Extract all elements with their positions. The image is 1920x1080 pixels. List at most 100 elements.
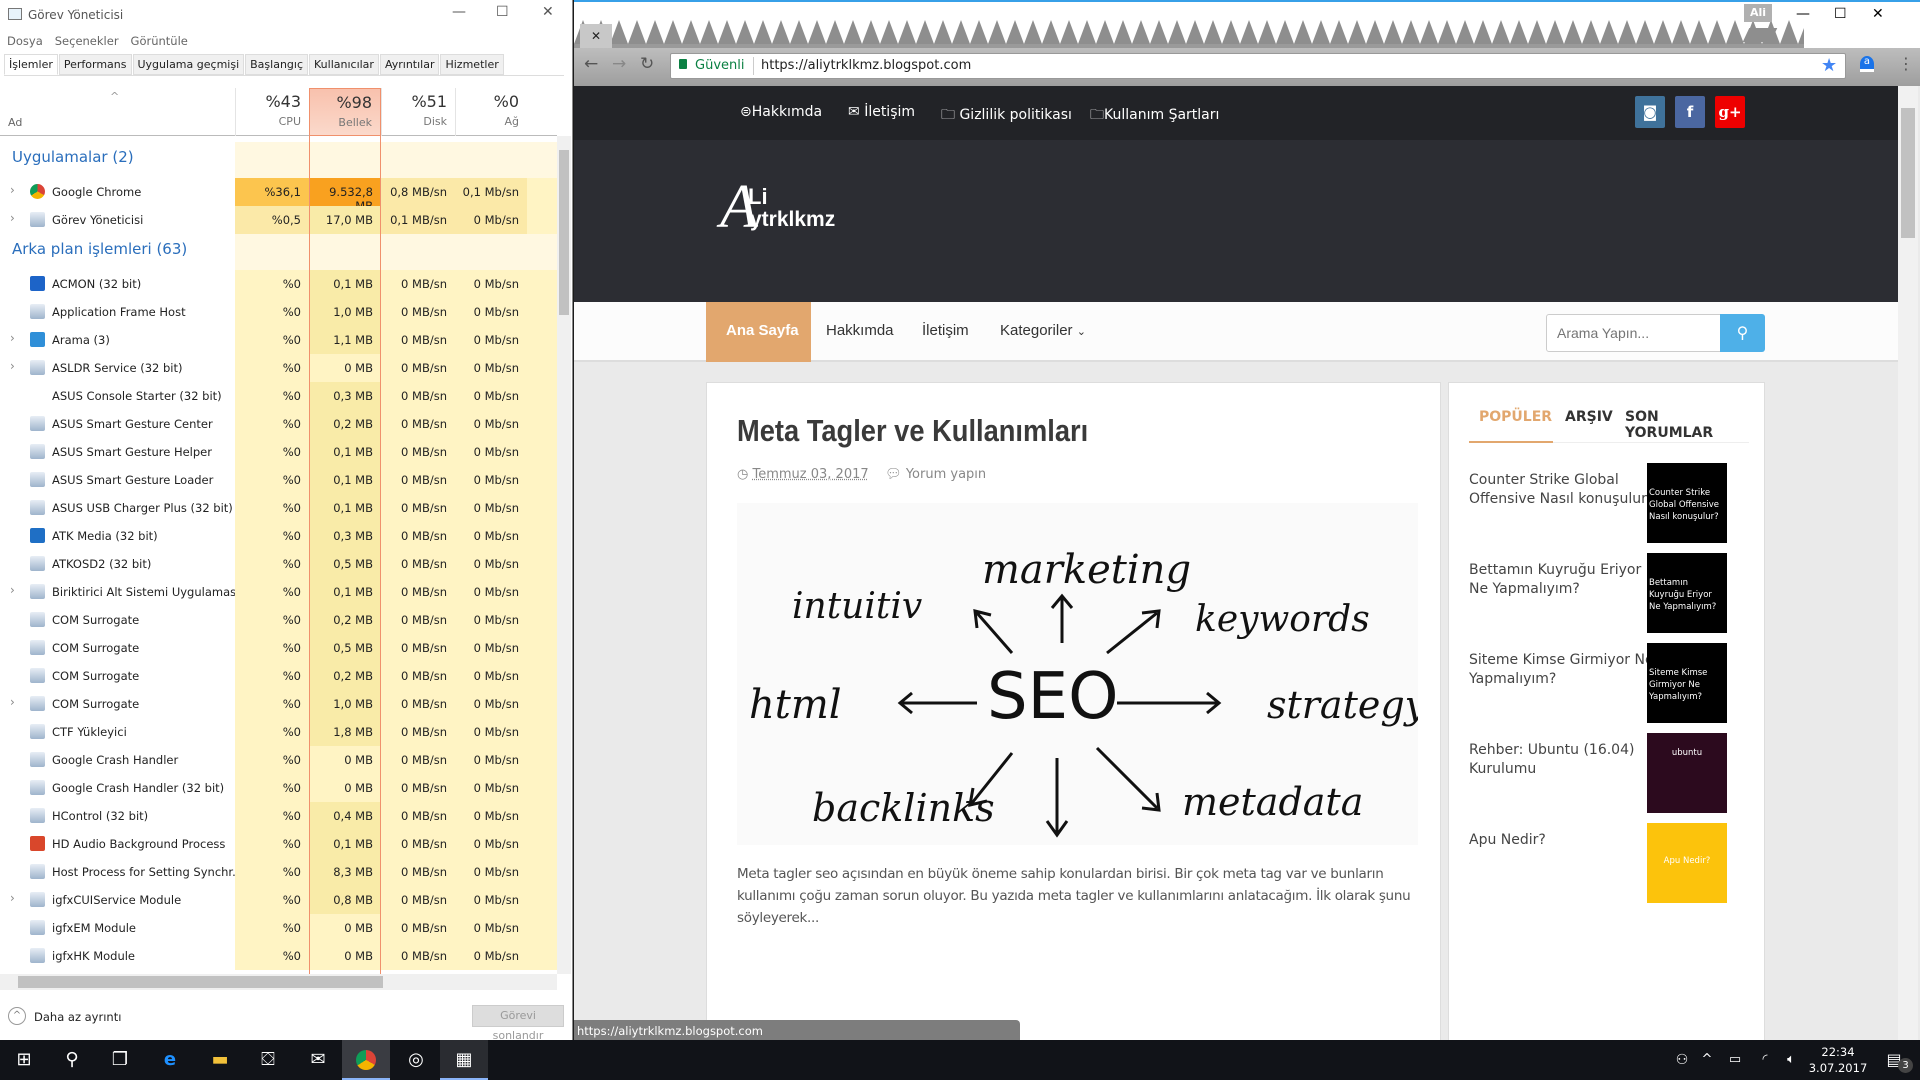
popular-post-thumbnail[interactable]: Bettamın Kuyruğu Eriyor Ne Yapmalıyım? bbox=[1647, 553, 1727, 633]
topnav-about[interactable]: ⊜Hakkımda bbox=[740, 104, 822, 120]
clock[interactable]: 22:34 3.07.2017 bbox=[1808, 1044, 1868, 1076]
process-row[interactable]: COM Surrogate %0 0,5 MB 0 MB/sn 0 Mb/sn bbox=[0, 634, 557, 662]
process-row[interactable]: › igfxCUIService Module %0 0,8 MB 0 MB/sn 0 M… bbox=[0, 886, 557, 914]
process-row[interactable]: COM Surrogate %0 0,2 MB 0 MB/sn 0 Mb/sn bbox=[0, 606, 557, 634]
expand-chevron-icon[interactable]: › bbox=[10, 331, 15, 345]
popular-post-link[interactable]: Siteme Kimse Girmiyor Ne Yapmalıyım? bbox=[1469, 651, 1659, 689]
google-plus-icon[interactable]: g+ bbox=[1715, 96, 1745, 128]
process-row[interactable]: Google Crash Handler (32 bit) %0 0 MB 0 MB/… bbox=[0, 774, 557, 802]
action-center-icon[interactable]: ▤ 3 bbox=[1870, 1040, 1918, 1080]
column-memory[interactable]: %98 Bellek bbox=[309, 88, 381, 136]
chevron-up-icon[interactable]: ^ bbox=[8, 1007, 26, 1025]
process-row[interactable]: › Arama (3) %0 1,1 MB 0 MB/sn 0 Mb/sn bbox=[0, 326, 557, 354]
close-button[interactable]: ✕ bbox=[1872, 6, 1884, 22]
tab-close-icon[interactable]: ✕ bbox=[580, 24, 612, 48]
horizontal-scroll-thumb[interactable] bbox=[18, 976, 383, 988]
process-row[interactable]: igfxEM Module %0 0 MB 0 MB/sn 0 Mb/sn bbox=[0, 914, 557, 942]
process-row[interactable]: ASUS USB Charger Plus (32 bit) %0 0,1 MB 0 … bbox=[0, 494, 557, 522]
popular-post-link[interactable]: Apu Nedir? bbox=[1469, 831, 1659, 850]
minimize-button[interactable]: — bbox=[1796, 6, 1810, 22]
task-view-button[interactable]: ❐ bbox=[96, 1040, 144, 1080]
profile-button[interactable]: Ali bbox=[1744, 4, 1772, 22]
tab-app-history[interactable]: Uygulama geçmişi bbox=[132, 54, 245, 75]
process-row[interactable]: igfxHK Module %0 0 MB 0 MB/sn 0 Mb/sn bbox=[0, 942, 557, 970]
end-task-button[interactable]: Görevi sonlandır bbox=[472, 1005, 564, 1042]
process-row[interactable]: ASUS Smart Gesture Helper %0 0,1 MB 0 MB/sn… bbox=[0, 438, 557, 466]
process-row[interactable]: › Görev Yöneticisi %0,5 17,0 MB 0,1 MB/sn 0 M… bbox=[0, 206, 557, 234]
menu-dots-icon[interactable]: ⋮ bbox=[1898, 54, 1914, 73]
process-row[interactable]: Host Process for Setting Synchr... %0 8,3 … bbox=[0, 858, 557, 886]
process-row[interactable]: CTF Yükleyici %0 1,8 MB 0 MB/sn 0 Mb/sn bbox=[0, 718, 557, 746]
vertical-scroll-thumb[interactable] bbox=[559, 150, 569, 315]
column-network[interactable]: %0 Ağ bbox=[455, 88, 527, 136]
back-button[interactable]: ← bbox=[584, 54, 598, 74]
tab-archive[interactable]: ARŞIV bbox=[1565, 409, 1613, 425]
process-row[interactable]: Application Frame Host %0 1,0 MB 0 MB/sn 0 M… bbox=[0, 298, 557, 326]
process-row[interactable]: ATK Media (32 bit) %0 0,3 MB 0 MB/sn 0 Mb/sn bbox=[0, 522, 557, 550]
expand-chevron-icon[interactable]: › bbox=[10, 695, 15, 709]
post-date[interactable]: Temmuz 03, 2017 bbox=[752, 467, 868, 482]
search-button[interactable]: ⚲ bbox=[1720, 314, 1765, 352]
post-title[interactable]: Meta Tagler ve Kullanımları bbox=[737, 413, 1088, 449]
expand-chevron-icon[interactable]: › bbox=[10, 211, 15, 225]
tab-users[interactable]: Kullanıcılar bbox=[309, 54, 379, 75]
process-row[interactable]: ASUS Smart Gesture Center %0 0,2 MB 0 MB/sn… bbox=[0, 410, 557, 438]
topnav-terms[interactable]: 🗀Kullanım Şartları bbox=[1090, 104, 1219, 128]
task-manager-taskbar-icon[interactable]: ▦ bbox=[440, 1040, 488, 1080]
process-row[interactable]: HD Audio Background Process %0 0,1 MB 0 MB/… bbox=[0, 830, 557, 858]
expand-chevron-icon[interactable]: › bbox=[10, 183, 15, 197]
process-row[interactable]: › Google Chrome %36,19.532,8 MB0,8 MB/sn0,… bbox=[0, 178, 557, 213]
start-button[interactable]: ⊞ bbox=[0, 1040, 48, 1080]
url-text[interactable]: https://aliytrklkmz.blogspot.com bbox=[761, 58, 971, 73]
column-cpu[interactable]: %43 CPU bbox=[235, 88, 309, 136]
expand-chevron-icon[interactable]: › bbox=[10, 891, 15, 905]
nav-home[interactable]: Ana Sayfa bbox=[706, 302, 811, 362]
column-disk[interactable]: %51 Disk bbox=[381, 88, 455, 136]
file-explorer-icon[interactable]: ▬ bbox=[196, 1040, 244, 1080]
process-row[interactable]: HControl (32 bit) %0 0,4 MB 0 MB/sn 0 Mb/sn bbox=[0, 802, 557, 830]
popular-post-link[interactable]: Rehber: Ubuntu (16.04) Kurulumu bbox=[1469, 741, 1659, 779]
topnav-contact[interactable]: ✉ İletişim bbox=[848, 104, 915, 120]
menu-view[interactable]: Görüntüle bbox=[131, 34, 188, 48]
search-input[interactable] bbox=[1546, 314, 1722, 352]
process-row[interactable]: › ASLDR Service (32 bit) %0 0 MB 0 MB/sn 0 Mb… bbox=[0, 354, 557, 382]
battery-icon[interactable]: ▭ bbox=[1720, 1040, 1750, 1080]
process-row[interactable]: ACMON (32 bit) %0 0,1 MB 0 MB/sn 0 Mb/sn bbox=[0, 270, 557, 298]
forward-button[interactable]: → bbox=[612, 54, 626, 74]
topnav-privacy[interactable]: 🗀 Gizlilik politikası bbox=[941, 104, 1072, 128]
tray-chevron-icon[interactable]: ^ bbox=[1692, 1040, 1722, 1080]
facebook-icon[interactable]: f bbox=[1675, 96, 1705, 128]
nav-categories[interactable]: Kategoriler ⌄ bbox=[1000, 322, 1086, 339]
chrome-icon[interactable] bbox=[342, 1040, 390, 1080]
close-button[interactable]: ✕ bbox=[542, 4, 554, 20]
tab-details[interactable]: Ayrıntılar bbox=[379, 54, 440, 75]
maximize-button[interactable]: ☐ bbox=[496, 4, 509, 20]
tab-recent-comments[interactable]: SON YORUMLAR bbox=[1625, 409, 1749, 441]
mail-icon[interactable]: ✉ bbox=[294, 1040, 342, 1080]
site-logo[interactable]: A Li ytrklkmz bbox=[720, 173, 870, 250]
tab-startup[interactable]: Başlangıç bbox=[245, 54, 308, 75]
store-icon[interactable]: ⛋ bbox=[244, 1040, 292, 1080]
column-name[interactable]: Ad bbox=[8, 116, 22, 129]
menu-file[interactable]: Dosya bbox=[7, 34, 43, 48]
popular-post-thumbnail[interactable]: Counter Strike Global Offensive Nasıl ko… bbox=[1647, 463, 1727, 543]
process-row[interactable]: Google Crash Handler %0 0 MB 0 MB/sn 0 Mb/sn bbox=[0, 746, 557, 774]
popular-post-thumbnail[interactable]: ubuntu bbox=[1647, 733, 1727, 813]
popular-post-link[interactable]: Bettamın Kuyruğu Eriyor Ne Yapmalıyım? bbox=[1469, 561, 1659, 599]
popular-post-link[interactable]: Counter Strike Global Offensive Nasıl ko… bbox=[1469, 471, 1659, 509]
bookmark-star-icon[interactable]: ★ bbox=[1821, 55, 1837, 76]
nav-about[interactable]: Hakkımda bbox=[826, 322, 894, 339]
process-row[interactable]: › COM Surrogate %0 1,0 MB 0 MB/sn 0 Mb/sn bbox=[0, 690, 557, 718]
process-row[interactable]: COM Surrogate %0 0,2 MB 0 MB/sn 0 Mb/sn bbox=[0, 662, 557, 690]
post-comments-link[interactable]: Yorum yapın bbox=[906, 467, 986, 482]
nav-contact[interactable]: İletişim bbox=[922, 322, 969, 339]
process-row[interactable]: ASUS Smart Gesture Loader %0 0,1 MB 0 MB/sn… bbox=[0, 466, 557, 494]
popular-post-thumbnail[interactable]: Apu Nedir? bbox=[1647, 823, 1727, 903]
process-row[interactable]: › Biriktirici Alt Sistemi Uygulaması %0 0,1… bbox=[0, 578, 557, 606]
search-button[interactable]: ⚲ bbox=[48, 1040, 96, 1080]
menu-options[interactable]: Seçenekler bbox=[55, 34, 119, 48]
instagram-icon[interactable]: ◙ bbox=[1635, 96, 1665, 128]
page-scrollbar[interactable] bbox=[1898, 86, 1918, 1042]
minimize-button[interactable]: — bbox=[452, 4, 466, 20]
volume-icon[interactable]: 🔈︎ bbox=[1776, 1040, 1806, 1080]
